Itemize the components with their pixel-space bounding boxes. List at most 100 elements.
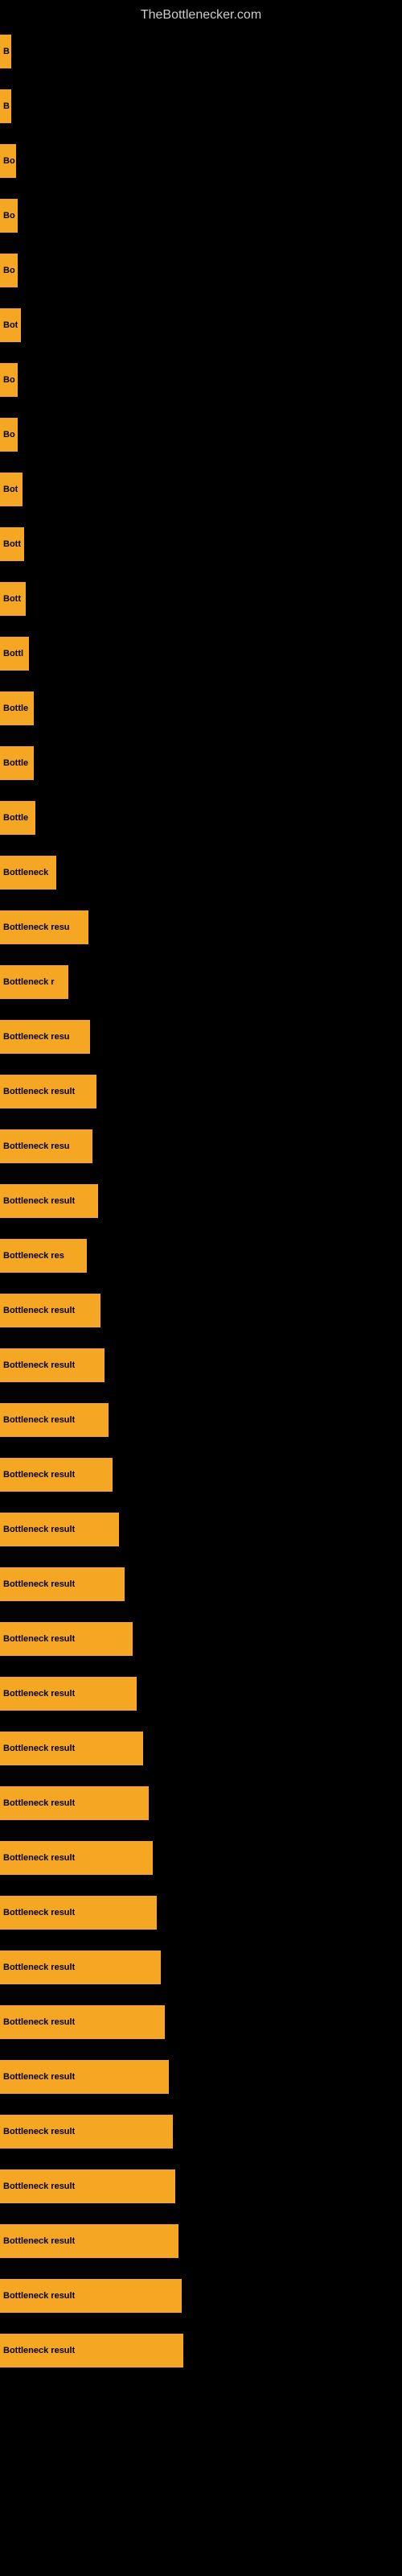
bar-label: Bo	[3, 211, 15, 221]
bar-label: Bottleneck result	[3, 2291, 75, 2301]
bar-item: Bottle	[0, 746, 34, 780]
bar-row: Bottleneck result	[0, 2214, 402, 2268]
bar-row: Bottleneck result	[0, 2323, 402, 2378]
bar-label: Bottleneck result	[3, 1306, 75, 1315]
bar-label: Bottleneck result	[3, 1360, 75, 1370]
bar-label: Bottleneck result	[3, 1853, 75, 1863]
bar-label: Bottleneck result	[3, 1908, 75, 1918]
bar-label: Bottleneck res	[3, 1251, 64, 1261]
bar-label: Bottleneck resu	[3, 1141, 70, 1151]
bar-item: Bottleneck result	[0, 1403, 109, 1437]
bar-row: Bottleneck result	[0, 1174, 402, 1228]
bar-item: Bottleneck resu	[0, 910, 88, 944]
bar-label: Bottle	[3, 758, 28, 768]
bar-item: Bottleneck result	[0, 1075, 96, 1108]
bar-item: Bo	[0, 254, 18, 287]
bar-item: Bottleneck resu	[0, 1020, 90, 1054]
bar-label: Bottleneck result	[3, 1798, 75, 1808]
bar-row: Bo	[0, 353, 402, 407]
bar-label: Bottleneck	[3, 868, 48, 877]
bar-item: Bottl	[0, 637, 29, 671]
bar-label: Bottleneck result	[3, 1196, 75, 1206]
bar-item: Bot	[0, 473, 23, 506]
bar-row: Bottl	[0, 626, 402, 681]
bar-label: Bottleneck result	[3, 1415, 75, 1425]
bar-row: Bottleneck result	[0, 2159, 402, 2214]
bar-row: Bo	[0, 188, 402, 243]
bar-row: Bottleneck result	[0, 1885, 402, 1940]
bar-label: Bottleneck result	[3, 1744, 75, 1753]
bar-row: Bottleneck result	[0, 2268, 402, 2323]
bar-label: Bottleneck result	[3, 2017, 75, 2027]
bar-label: Bottleneck result	[3, 1634, 75, 1644]
bar-item: Bottleneck result	[0, 2060, 169, 2094]
bar-label: Bottleneck result	[3, 1525, 75, 1534]
bar-label: Bottleneck resu	[3, 1032, 70, 1042]
bar-label: Bot	[3, 485, 18, 494]
bar-item: Bottleneck result	[0, 1567, 125, 1601]
bar-row: Bott	[0, 572, 402, 626]
bar-item: Bottleneck result	[0, 1294, 100, 1327]
bar-item: Bottleneck	[0, 856, 56, 890]
bar-label: Bottl	[3, 649, 23, 658]
bar-row: Bo	[0, 407, 402, 462]
bar-row: Bottle	[0, 681, 402, 736]
bar-row: Bot	[0, 462, 402, 517]
bar-item: B	[0, 89, 11, 123]
bar-row: Bottleneck result	[0, 1995, 402, 2050]
bar-item: Bottleneck result	[0, 1677, 137, 1711]
bar-row: Bo	[0, 243, 402, 298]
bar-row: Bottleneck resu	[0, 1119, 402, 1174]
bar-row: Bottleneck result	[0, 2050, 402, 2104]
bar-item: Bo	[0, 199, 18, 233]
bar-label: Bo	[3, 375, 15, 385]
bar-item: Bottleneck result	[0, 1184, 98, 1218]
bar-item: B	[0, 35, 11, 68]
bar-item: Bottleneck resu	[0, 1129, 92, 1163]
bar-label: Bottleneck resu	[3, 923, 70, 932]
bar-row: Bott	[0, 517, 402, 572]
bar-label: Bottleneck result	[3, 2072, 75, 2082]
bar-label: Bottleneck result	[3, 2236, 75, 2246]
bar-row: Bottle	[0, 791, 402, 845]
bar-item: Bottleneck result	[0, 2115, 173, 2149]
bar-row: Bottleneck result	[0, 1338, 402, 1393]
bar-row: Bottleneck result	[0, 2104, 402, 2159]
bar-row: Bottleneck result	[0, 1447, 402, 1502]
bar-item: Bottleneck result	[0, 1786, 149, 1820]
bar-item: Bottleneck result	[0, 2005, 165, 2039]
bar-row: Bottleneck result	[0, 1831, 402, 1885]
bar-row: Bottleneck result	[0, 1940, 402, 1995]
bar-item: Bottle	[0, 801, 35, 835]
bar-label: Bott	[3, 539, 21, 549]
bar-item: Bottleneck result	[0, 1896, 157, 1930]
bar-row: Bottleneck result	[0, 1393, 402, 1447]
bar-item: Bottleneck r	[0, 965, 68, 999]
bar-row: B	[0, 24, 402, 79]
bar-label: Bottleneck result	[3, 1963, 75, 1972]
bar-row: Bo	[0, 134, 402, 188]
bar-row: B	[0, 79, 402, 134]
bar-row: Bottleneck res	[0, 1228, 402, 1283]
bar-item: Bott	[0, 582, 26, 616]
bar-item: Bottleneck result	[0, 2169, 175, 2203]
bar-row: Bottleneck result	[0, 1776, 402, 1831]
bar-label: Bot	[3, 320, 18, 330]
bar-item: Bottleneck result	[0, 1348, 105, 1382]
bar-label: Bottleneck result	[3, 1470, 75, 1480]
bar-label: Bottle	[3, 813, 28, 823]
bar-row: Bottleneck result	[0, 1557, 402, 1612]
bar-item: Bottleneck result	[0, 1458, 113, 1492]
bar-label: Bo	[3, 430, 15, 440]
bar-item: Bo	[0, 363, 18, 397]
bar-item: Bottleneck result	[0, 1622, 133, 1656]
bar-row: Bottleneck result	[0, 1612, 402, 1666]
bar-row: Bottleneck	[0, 845, 402, 900]
bar-item: Bottleneck result	[0, 1841, 153, 1875]
bar-label: Bottleneck r	[3, 977, 55, 987]
bar-label: Bottleneck result	[3, 2127, 75, 2136]
bar-item: Bottleneck result	[0, 1732, 143, 1765]
bar-row: Bottleneck resu	[0, 1009, 402, 1064]
bar-label: Bottleneck result	[3, 1579, 75, 1589]
bar-label: Bo	[3, 156, 15, 166]
